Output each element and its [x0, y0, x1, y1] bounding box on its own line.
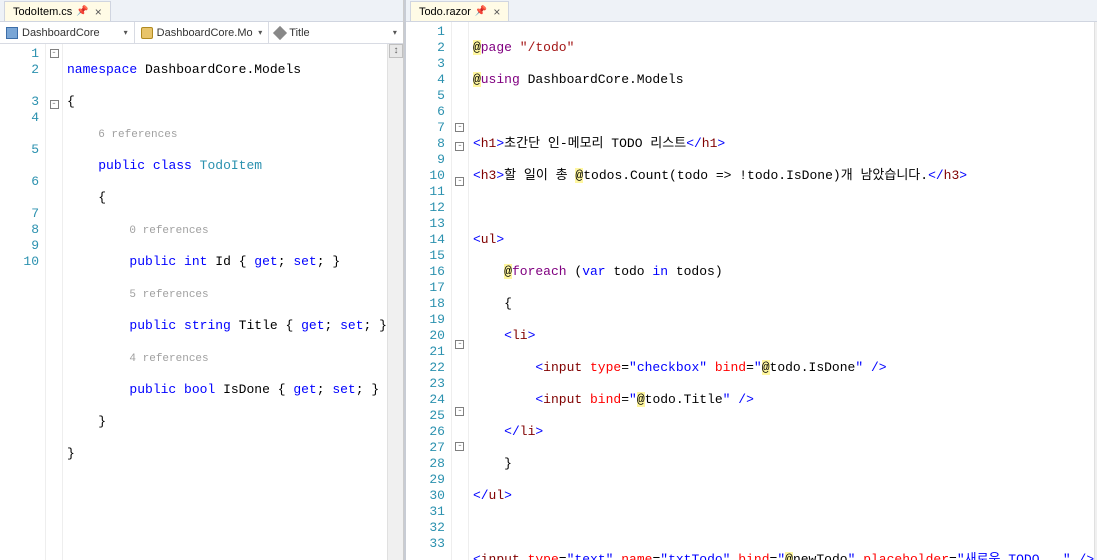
tab-label: Todo.razor [419, 6, 471, 18]
nav-namespace[interactable]: DashboardCore ▾ [0, 22, 135, 43]
tab-todorazor[interactable]: Todo.razor 📌 × [410, 1, 509, 21]
tab-todoitem[interactable]: TodoItem.cs 📌 × [4, 1, 111, 21]
tab-strip-right: Todo.razor 📌 × [406, 0, 1097, 22]
property-icon [273, 25, 287, 39]
code-text[interactable]: @page "/todo" @using DashboardCore.Model… [469, 22, 1094, 560]
code-text[interactable]: namespace DashboardCore.Models { 6 refer… [63, 44, 387, 560]
tab-label: TodoItem.cs [13, 6, 72, 18]
nav-bar: DashboardCore ▾ DashboardCore.Mo ▾ Title… [0, 22, 403, 44]
fold-column[interactable]: -- - - - - [451, 22, 469, 560]
chevron-down-icon: ▾ [258, 28, 262, 37]
left-editor-pane: TodoItem.cs 📌 × DashboardCore ▾ Dashboar… [0, 0, 404, 560]
code-area-left[interactable]: 12 34 5 6 78910 - - namespace DashboardC… [0, 44, 403, 560]
close-icon[interactable]: × [493, 5, 500, 19]
nav-class[interactable]: DashboardCore.Mo ▾ [135, 22, 270, 43]
vertical-scrollbar[interactable] [387, 44, 403, 560]
line-gutter: 1234567891011121314151617181920212223242… [406, 22, 451, 560]
pin-icon[interactable]: 📌 [475, 6, 487, 17]
line-gutter: 12 34 5 6 78910 [0, 44, 45, 560]
right-editor-pane: Todo.razor 📌 × 1234567891011121314151617… [406, 0, 1097, 560]
tab-strip-left: TodoItem.cs 📌 × [0, 0, 403, 22]
class-icon [141, 27, 153, 39]
split-view-button[interactable]: ↕ [389, 44, 403, 58]
nav-member[interactable]: Title ▾ [269, 22, 403, 43]
fold-column[interactable]: - - [45, 44, 63, 560]
pin-icon[interactable]: 📌 [76, 6, 88, 17]
code-area-right[interactable]: 1234567891011121314151617181920212223242… [406, 22, 1097, 560]
chevron-down-icon: ▾ [393, 28, 397, 37]
chevron-down-icon: ▾ [124, 28, 128, 37]
namespace-icon [6, 27, 18, 39]
close-icon[interactable]: × [95, 5, 102, 19]
